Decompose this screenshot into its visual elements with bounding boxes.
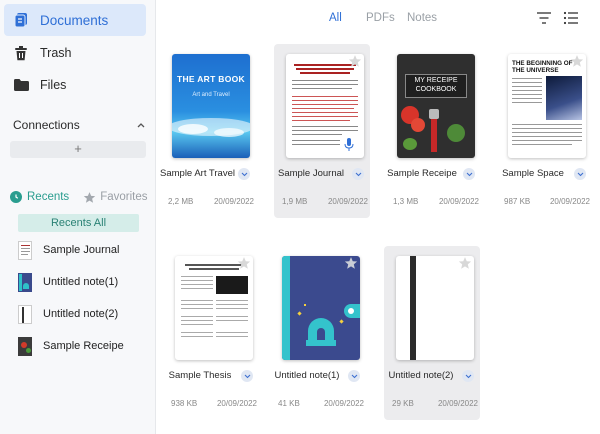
document-date: 20/09/2022 — [549, 197, 590, 206]
list-view-icon[interactable] — [563, 11, 579, 25]
sidebar-item-files[interactable]: Files — [4, 69, 146, 101]
document-size: 2,2 MB — [168, 197, 194, 206]
document-size: 41 KB — [278, 399, 300, 408]
document-name: Sample Receipe — [387, 168, 457, 179]
recent-item-name: Untitled note(1) — [43, 276, 119, 288]
clock-icon — [10, 191, 22, 203]
tab-notes[interactable]: Notes — [407, 12, 437, 24]
sidebar-item-documents[interactable]: Documents — [4, 4, 146, 36]
recent-item-name: Untitled note(2) — [43, 308, 119, 320]
document-cover — [175, 256, 253, 360]
star-icon[interactable] — [237, 256, 251, 270]
recent-thumbnail — [18, 304, 32, 324]
tab-pdfs[interactable]: PDFs — [366, 12, 395, 24]
document-card[interactable]: Sample Thesis 938 KB 20/09/2022 — [163, 246, 259, 420]
sort-filter-icon[interactable] — [536, 11, 552, 25]
document-name: Untitled note(1) — [274, 370, 340, 381]
document-size: 987 KB — [504, 197, 531, 206]
recent-item[interactable]: Sample Receipe — [18, 335, 124, 357]
chevron-down-icon[interactable] — [462, 370, 474, 382]
document-date: 20/09/2022 — [438, 197, 479, 206]
sidebar-item-label: Trash — [40, 46, 72, 60]
folder-icon — [12, 76, 30, 94]
document-date: 20/09/2022 — [216, 399, 257, 408]
recent-thumbnail — [18, 240, 32, 260]
tab-recents-label: Recents — [27, 191, 70, 203]
recents-all-button[interactable]: Recents All — [18, 214, 139, 232]
chevron-down-icon[interactable] — [348, 370, 360, 382]
cover-title: MY RECEIPE COOKBOOK — [414, 77, 458, 93]
cover-subtitle: Art and Travel — [192, 92, 230, 98]
star-icon[interactable] — [458, 256, 472, 270]
document-size: 29 KB — [392, 399, 414, 408]
chevron-down-icon[interactable] — [241, 370, 253, 382]
document-name: Sample Space — [502, 168, 564, 179]
document-name: Sample Thesis — [168, 370, 232, 381]
document-cover — [396, 256, 474, 360]
sidebar: Documents Trash Files Connections + Rece… — [0, 0, 156, 434]
document-date: 20/09/2022 — [327, 197, 368, 206]
tab-favorites-label: Favorites — [100, 191, 148, 203]
document-size: 938 KB — [171, 399, 198, 408]
document-cover: THE BEGINNING OF THE UNIVERSE — [508, 54, 586, 158]
connections-label: Connections — [13, 118, 80, 132]
chevron-up-icon[interactable] — [135, 118, 147, 130]
chevron-down-icon[interactable] — [574, 168, 586, 180]
chevron-down-icon[interactable] — [238, 168, 250, 180]
tab-all[interactable]: All — [329, 12, 342, 24]
document-cover — [286, 54, 364, 158]
recent-item[interactable]: Sample Journal — [18, 239, 119, 261]
tab-favorites[interactable]: Favorites — [83, 191, 147, 204]
recent-thumbnail — [18, 272, 32, 292]
star-icon — [84, 191, 96, 203]
sidebar-item-label: Documents — [40, 12, 109, 28]
recent-item-name: Sample Journal — [43, 244, 120, 256]
chevron-down-icon[interactable] — [352, 168, 364, 180]
tab-recents[interactable]: Recents — [10, 191, 69, 203]
sidebar-item-trash[interactable]: Trash — [4, 37, 146, 69]
recent-item-name: Sample Receipe — [43, 340, 124, 352]
document-cover — [282, 256, 360, 360]
document-size: 1,3 MB — [393, 197, 419, 206]
cover-title: THE ART BOOK — [177, 74, 245, 84]
recent-item[interactable]: Untitled note(1) — [18, 271, 118, 293]
recent-item[interactable]: Untitled note(2) — [18, 303, 118, 325]
microphone-icon — [344, 138, 354, 151]
document-name: Sample Art Travel — [160, 168, 235, 179]
document-card[interactable]: Sample Journal 1,9 MB 20/09/2022 — [274, 44, 370, 218]
document-date: 20/09/2022 — [213, 197, 254, 206]
document-card[interactable]: Untitled note(1) 41 KB 20/09/2022 — [270, 246, 366, 420]
document-card[interactable]: THE ART BOOK Art and Travel Sample Art T… — [160, 44, 256, 218]
document-name: Sample Journal — [277, 168, 344, 179]
documents-icon — [12, 11, 30, 29]
document-size: 1,9 MB — [282, 197, 308, 206]
star-icon[interactable] — [348, 54, 362, 68]
document-card[interactable]: Untitled note(2) 29 KB 20/09/2022 — [384, 246, 480, 420]
chevron-down-icon[interactable] — [463, 168, 475, 180]
document-cover: MY RECEIPE COOKBOOK — [397, 54, 475, 158]
star-icon[interactable] — [344, 256, 358, 270]
document-date: 20/09/2022 — [323, 399, 364, 408]
document-cover: THE ART BOOK Art and Travel — [172, 54, 250, 158]
document-card[interactable]: THE BEGINNING OF THE UNIVERSE Sample Spa… — [496, 44, 592, 218]
trash-icon — [12, 44, 30, 62]
sidebar-item-label: Files — [40, 78, 67, 92]
star-icon[interactable] — [570, 54, 584, 68]
document-name: Untitled note(2) — [388, 370, 454, 381]
document-card[interactable]: MY RECEIPE COOKBOOK Sample Receipe 1,3 M… — [385, 44, 481, 218]
main-content: All PDFs Notes THE ART BOOK Art and Trav… — [157, 0, 600, 434]
recents-favorites-tabs: Recents Favorites — [10, 188, 147, 206]
recent-thumbnail — [18, 336, 32, 356]
add-connection-button[interactable]: + — [10, 141, 146, 158]
document-date: 20/09/2022 — [437, 399, 478, 408]
